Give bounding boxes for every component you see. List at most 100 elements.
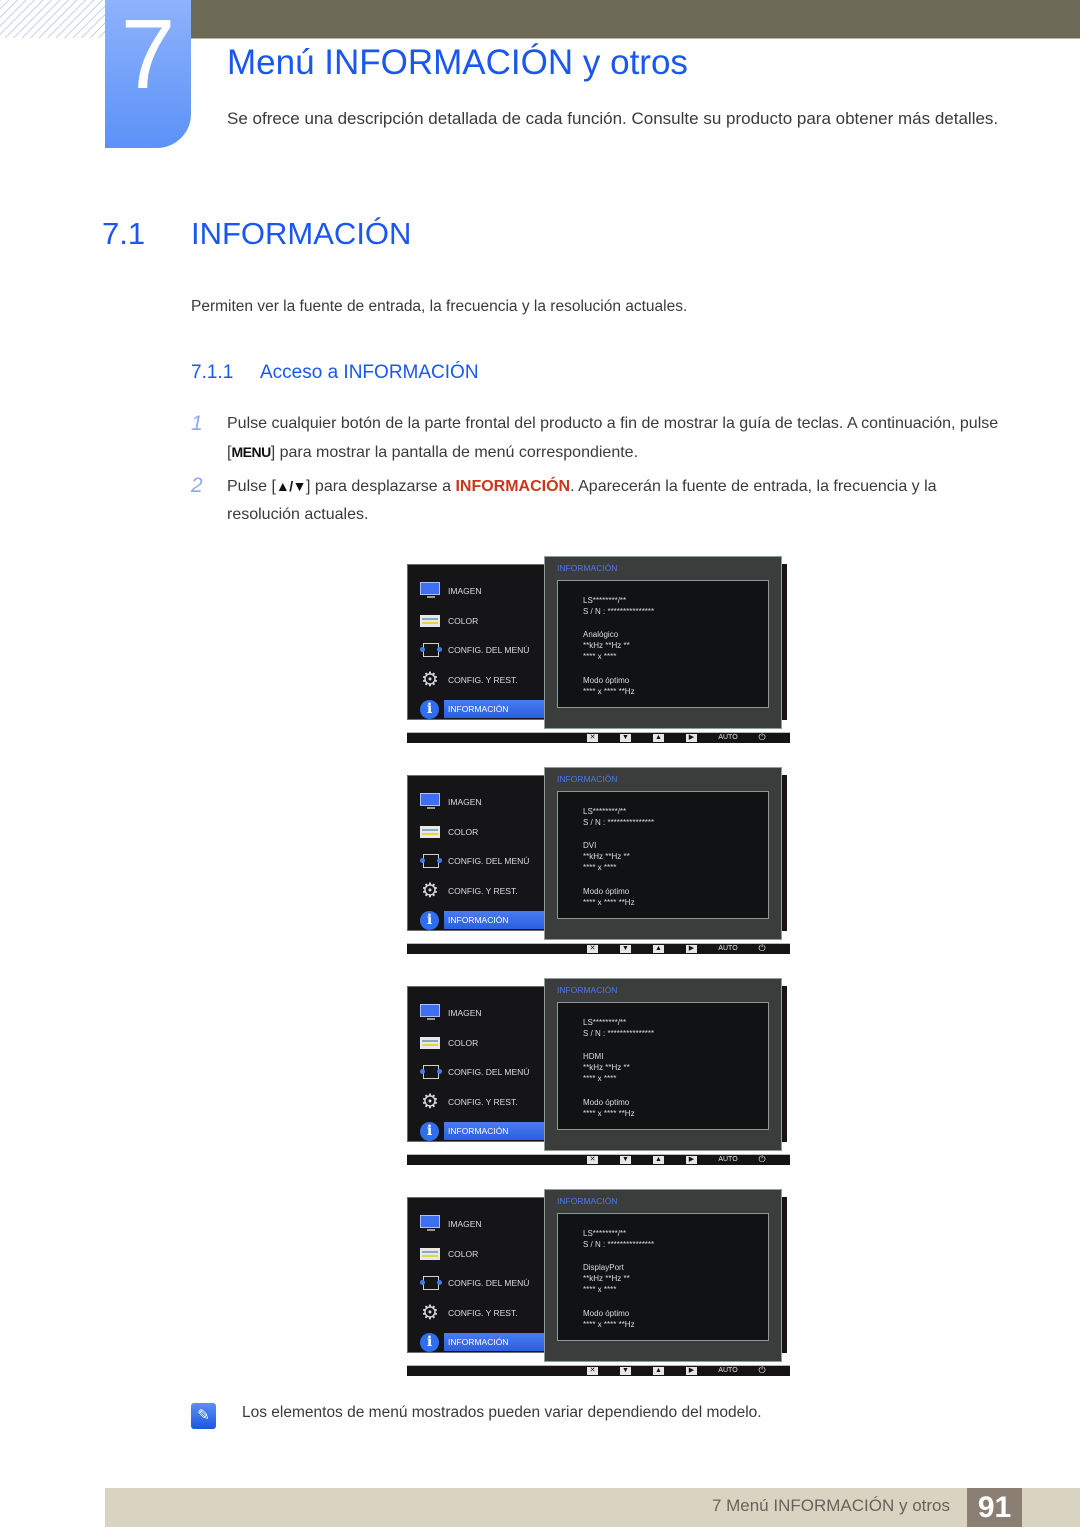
serial-value: S / N : *************** [583,818,655,827]
auto-button[interactable]: AUTO [716,1366,740,1376]
down-arrow-icon[interactable]: ▼ [620,1367,631,1375]
gear-icon: ⚙ [421,668,439,691]
step-text: ] para desplazarse a [306,478,456,495]
model-value: LS********/** [583,1018,627,1027]
osd-menu-item[interactable]: IMAGEN [418,1001,546,1025]
osd-menu-label: INFORMACIÓN [444,700,552,718]
down-arrow-icon[interactable]: ▼ [620,945,631,953]
step-number: 1 [191,412,203,435]
osd-menu-item[interactable]: i INFORMACIÓN [418,908,552,932]
osd-edge [782,775,787,931]
osd-menu-item[interactable]: CONFIG. DEL MENÚ [418,849,546,873]
osd-menu-item[interactable]: IMAGEN [418,579,546,603]
osd-info-panel: INFORMACIÓN LS********/** S / N : ********… [544,556,782,729]
osd-menu-item[interactable]: ⚙ CONFIG. Y REST. [418,1301,546,1325]
model-value: LS********/** [583,807,627,816]
chapter-number-badge: 7 [105,0,191,148]
optimal-mode-value: **** x **** **Hz [583,687,635,696]
osd-info-panel: INFORMACIÓN LS********/** S / N : ********… [544,1189,782,1362]
optimal-mode-label: Modo óptimo [583,676,630,685]
up-arrow-icon[interactable]: ▲ [653,1367,664,1375]
optimal-mode-label: Modo óptimo [583,887,630,896]
optimal-mode-label: Modo óptimo [583,1309,630,1318]
model-value: LS********/** [583,1229,627,1238]
osd-menu-label: COLOR [448,1248,479,1259]
menu-key-label: MENU [231,444,271,460]
osd-menu-item[interactable]: CONFIG. DEL MENÚ [418,1271,546,1295]
arrow-keys-label: ▲/▼ [275,478,307,494]
optimal-mode-label: Modo óptimo [583,1098,630,1107]
osd-menu-label: CONFIG. Y REST. [448,885,518,896]
osd-menu-item[interactable]: COLOR [418,820,546,844]
osd-menu-label: COLOR [448,1037,479,1048]
osd-menu-item[interactable]: ⚙ CONFIG. Y REST. [418,879,546,903]
auto-button[interactable]: AUTO [716,944,740,954]
down-arrow-icon[interactable]: ▼ [620,1156,631,1164]
osd-menu-item[interactable]: IMAGEN [418,1212,546,1236]
enter-arrow-icon[interactable]: ▶ [686,1156,697,1164]
osd-menu-item[interactable]: ⚙ CONFIG. Y REST. [418,1090,546,1114]
chapter-title: Menú INFORMACIÓN y otros [227,43,688,82]
power-icon[interactable]: ⏻ [757,943,767,954]
decorative-hatch [0,0,108,38]
osd-menu-label: IMAGEN [448,797,482,807]
close-icon[interactable]: ✕ [587,1156,598,1164]
osd-edge [782,986,787,1142]
enter-arrow-icon[interactable]: ▶ [686,1367,697,1375]
auto-button[interactable]: AUTO [716,1155,740,1165]
osd-key-guide: ✕ ▼ ▲ ▶ AUTO ⏻ [407,732,790,743]
footer-chapter-label: 7 Menú INFORMACIÓN y otros [711,1496,950,1515]
auto-button[interactable]: AUTO [716,733,740,743]
up-arrow-icon[interactable]: ▲ [653,945,664,953]
power-icon[interactable]: ⏻ [757,1154,767,1165]
osd-info-panel: INFORMACIÓN LS********/** S / N : ********… [544,978,782,1151]
close-icon[interactable]: ✕ [587,945,598,953]
monitor-icon [420,1004,440,1020]
section-number: 7.1 [102,216,146,251]
color-icon [420,825,440,838]
subsection-title: Acceso a INFORMACIÓN [260,362,479,383]
osd-panel-title: INFORMACIÓN [557,1196,618,1206]
osd-menu-item[interactable]: CONFIG. DEL MENÚ [418,1060,546,1084]
osd-menu-item[interactable]: i INFORMACIÓN [418,697,552,721]
close-icon[interactable]: ✕ [587,734,598,742]
osd-menu-item[interactable]: COLOR [418,609,546,633]
osd-menu-item[interactable]: i INFORMACIÓN [418,1119,552,1143]
menu-config-icon [420,854,442,868]
menu-config-icon [420,643,442,657]
gear-icon: ⚙ [421,879,439,902]
close-icon[interactable]: ✕ [587,1367,598,1375]
up-arrow-icon[interactable]: ▲ [653,1156,664,1164]
osd-menu-label: COLOR [448,826,479,837]
osd-menu-item[interactable]: COLOR [418,1242,546,1266]
page-footer: 7 Menú INFORMACIÓN y otros 91 [105,1488,1080,1527]
enter-arrow-icon[interactable]: ▶ [686,734,697,742]
power-icon[interactable]: ⏻ [757,1365,767,1376]
resolution-value: **** x **** [583,1074,617,1083]
step-1: 1 Pulse cualquier botón de la parte fron… [191,410,1011,467]
serial-value: S / N : *************** [583,1240,655,1249]
osd-panel-title: INFORMACIÓN [557,985,618,995]
page-number: 91 [967,1488,1022,1527]
enter-arrow-icon[interactable]: ▶ [686,945,697,953]
power-icon[interactable]: ⏻ [757,732,767,743]
osd-menu-item[interactable]: CONFIG. DEL MENÚ [418,638,546,662]
monitor-icon [420,1215,440,1231]
osd-menu-label: CONFIG. Y REST. [448,1096,518,1107]
osd-menu-item[interactable]: ⚙ CONFIG. Y REST. [418,668,546,692]
osd-menu-label: CONFIG. DEL MENÚ [448,1278,530,1288]
osd-menu-label: INFORMACIÓN [444,1333,552,1351]
color-icon [420,1036,440,1049]
down-arrow-icon[interactable]: ▼ [620,734,631,742]
osd-menu-item[interactable]: IMAGEN [418,790,546,814]
gear-icon: ⚙ [421,1090,439,1113]
step-text: Pulse [ [227,478,276,495]
input-source: DVI [583,841,597,850]
frequency-value: **kHz **Hz ** [583,1274,630,1283]
osd-edge [782,564,787,720]
osd-menu-item[interactable]: COLOR [418,1031,546,1055]
input-source: HDMI [583,1052,604,1061]
up-arrow-icon[interactable]: ▲ [653,734,664,742]
osd-menu-item[interactable]: i INFORMACIÓN [418,1330,552,1354]
section-text: Permiten ver la fuente de entrada, la fr… [191,298,688,315]
